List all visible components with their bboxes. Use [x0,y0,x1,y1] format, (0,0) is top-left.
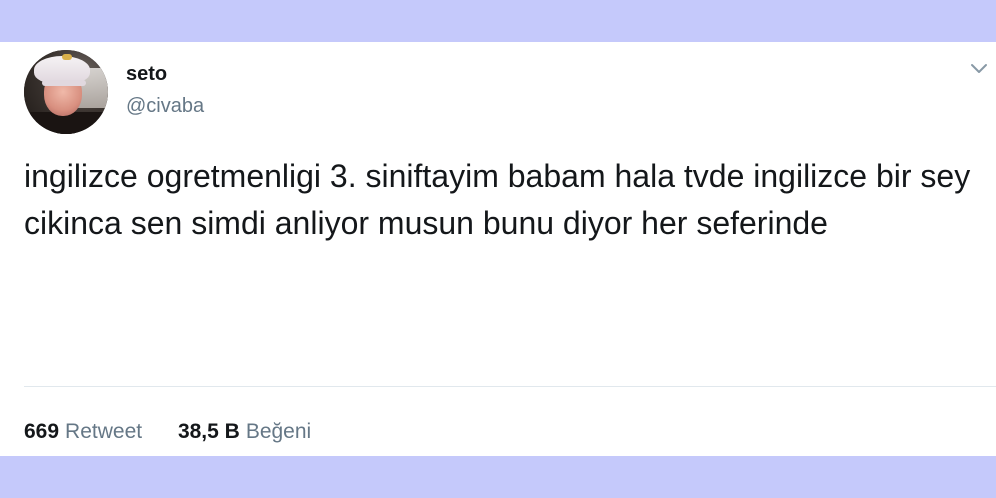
user-display-name[interactable]: seto [126,63,167,86]
avatar-shirt [30,112,108,134]
avatar-hat-badge [62,54,72,60]
retweet-count: 669 [24,420,60,443]
retweet-stat[interactable]: 669 Retweet [24,420,148,443]
chevron-down-icon[interactable] [970,62,988,76]
tweet-text: ingilizce ogretmenligi 3. siniftayim bab… [24,158,971,241]
user-handle[interactable]: @civaba [126,95,204,118]
like-stat[interactable]: 38,5 B Beğeni [178,420,311,443]
like-count: 38,5 B [177,420,240,443]
like-label: Beğeni [245,420,312,443]
divider [24,386,996,387]
avatar-hat-band [42,80,86,86]
avatar[interactable] [24,50,108,134]
tweet-card: seto @civaba ingilizce ogretmenligi 3. s… [0,42,996,456]
tweet-stats: 669 Retweet 38,5 B Beğeni [24,420,311,444]
retweet-label: Retweet [65,420,143,443]
